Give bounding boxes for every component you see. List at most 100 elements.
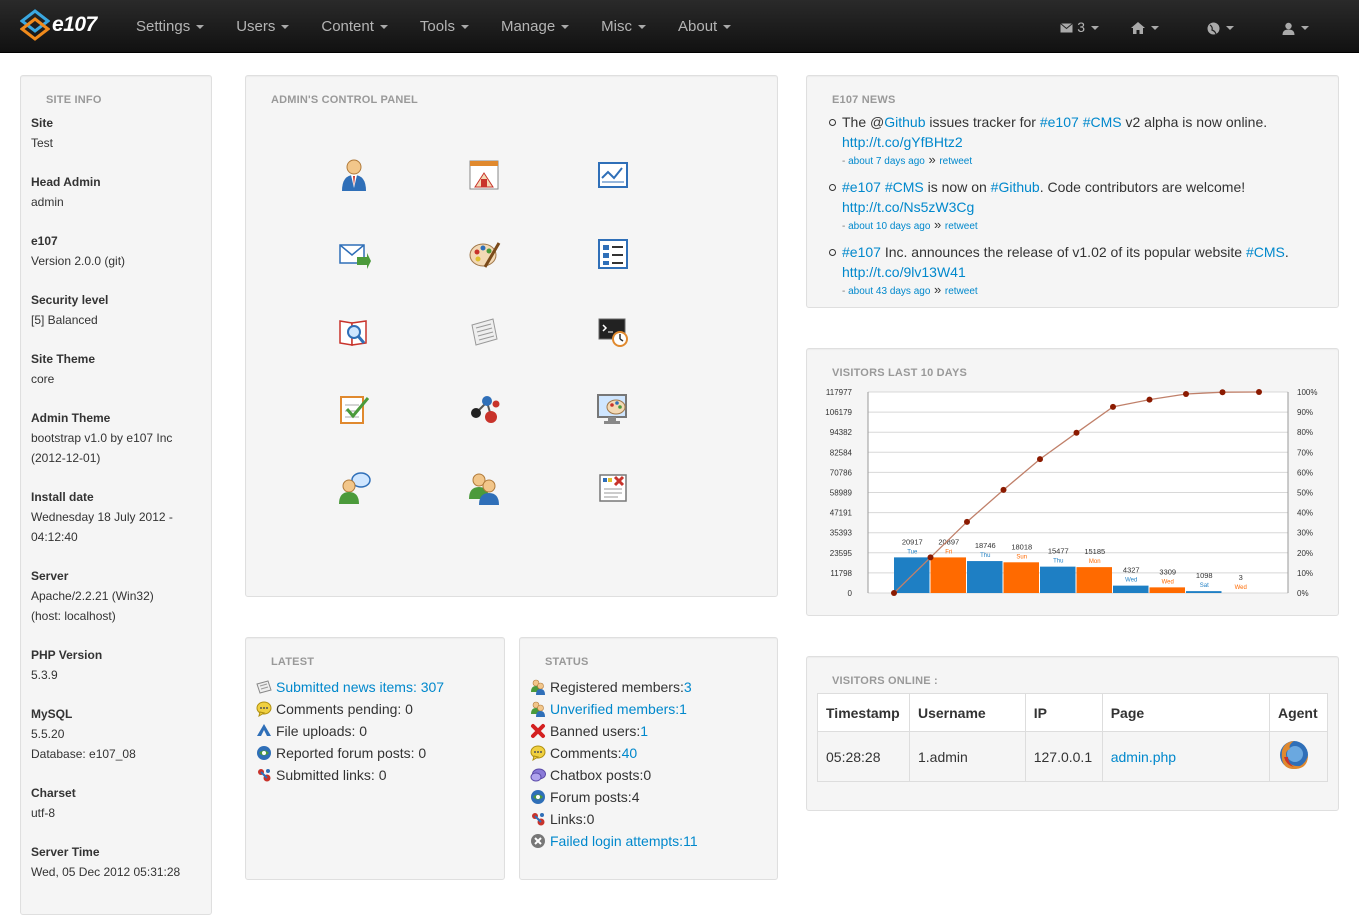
site-info-list: SiteTest Head Adminadmin e107Version 2.0… <box>31 113 203 901</box>
site-info-value: Database: e107_08 <box>31 744 203 764</box>
frontpage-icon[interactable] <box>467 158 501 192</box>
theme-palette-icon[interactable] <box>467 237 501 271</box>
y-tick-label: 35393 <box>830 529 853 538</box>
site-info-label: Admin Theme <box>31 408 203 428</box>
envelope-icon <box>1060 23 1073 33</box>
site-info-value: (host: localhost) <box>31 606 203 626</box>
menus-icon[interactable] <box>596 237 630 271</box>
home-icon <box>1131 22 1145 34</box>
retweet-link[interactable]: retweet <box>939 156 972 167</box>
news-item-icon <box>256 679 272 695</box>
user-menu-bar: 3 <box>1046 0 1323 53</box>
site-info-value: core <box>31 369 203 389</box>
y2-tick-label: 0% <box>1297 589 1309 598</box>
bar-category-label: Sat <box>1200 583 1209 589</box>
visitors-online-panel: VISITORS ONLINE : Timestamp Username IP … <box>806 656 1339 811</box>
status-value-link[interactable]: 1 <box>679 698 687 720</box>
home-menu[interactable] <box>1117 0 1173 53</box>
site-info-label: MySQL <box>31 704 203 724</box>
theme-manager-icon[interactable] <box>596 392 630 426</box>
caret-down-icon <box>723 25 731 29</box>
menu-label: Settings <box>136 18 190 35</box>
menu-settings[interactable]: Settings <box>124 0 216 53</box>
news-link[interactable]: http://t.co/Ns5zW3Cg <box>842 199 974 215</box>
retweet-link[interactable]: retweet <box>945 286 978 297</box>
news-link[interactable]: #CMS <box>885 179 924 195</box>
site-info-value: (2012-12-01) <box>31 448 203 468</box>
status-item: Links: 0 <box>530 808 767 830</box>
news-link[interactable]: #e107 <box>842 179 881 195</box>
news-link[interactable]: #e107 <box>842 244 881 260</box>
status-value-link[interactable]: 40 <box>622 742 638 764</box>
site-info-value: Apache/2.2.21 (Win32) <box>31 586 203 606</box>
status-link[interactable]: Unverified members: <box>550 698 679 720</box>
status-value-link[interactable]: 1 <box>640 720 648 742</box>
bar-category-label: Wed <box>1162 579 1174 585</box>
bar-category-label: Thu <box>980 553 990 559</box>
cron-icon[interactable] <box>596 315 630 349</box>
status-label: Banned users: <box>550 720 640 742</box>
page-link[interactable]: admin.php <box>1111 749 1176 765</box>
search-icon[interactable] <box>337 315 371 349</box>
ip-cell: 127.0.0.1 <box>1025 732 1102 782</box>
status-list: Registered members: 3Unverified members:… <box>530 676 767 852</box>
news-text-segment: is now on <box>924 179 991 195</box>
users-icon[interactable] <box>467 471 501 505</box>
column-header: Page <box>1102 694 1269 732</box>
menu-misc[interactable]: Misc <box>589 0 658 53</box>
cumulative-point <box>1074 430 1080 436</box>
caret-down-icon <box>1301 26 1309 30</box>
site-info-value: utf-8 <box>31 803 203 823</box>
news-link[interactable]: http://t.co/9lv13W41 <box>842 264 966 280</box>
site-info-row: Server TimeWed, 05 Dec 2012 05:31:28 <box>31 842 203 882</box>
mail-icon[interactable] <box>337 237 371 271</box>
news-link[interactable]: #CMS <box>1246 244 1285 260</box>
language-menu[interactable] <box>1193 0 1248 53</box>
y2-tick-label: 40% <box>1297 509 1313 518</box>
menu-content[interactable]: Content <box>309 0 400 53</box>
menu-about[interactable]: About <box>666 0 743 53</box>
brand-logo[interactable]: e107 <box>20 9 97 41</box>
menu-manage[interactable]: Manage <box>489 0 581 53</box>
news-icon[interactable] <box>596 158 630 192</box>
brand-name: e107 <box>52 13 97 37</box>
site-info-label: Site Theme <box>31 349 203 369</box>
bar-value-label: 3 <box>1239 573 1243 582</box>
latest-link[interactable]: Submitted news items: 307 <box>276 676 444 698</box>
news-text-segment: . Code contributors are welcome! <box>1040 179 1245 195</box>
status-item: Comments: 40 <box>530 742 767 764</box>
news-separator: » <box>930 217 944 232</box>
messages-menu[interactable]: 3 <box>1046 0 1113 53</box>
site-info-value: [5] Balanced <box>31 310 203 330</box>
users-icon <box>530 701 546 717</box>
news-link[interactable]: #Github <box>991 179 1040 195</box>
plugins-molecule-icon[interactable] <box>467 392 501 426</box>
admin-user-icon[interactable] <box>337 158 371 192</box>
status-value-link[interactable]: 3 <box>684 676 692 698</box>
latest-item: Reported forum posts: 0 <box>256 742 494 764</box>
retweet-link[interactable]: retweet <box>945 221 978 232</box>
menu-tools[interactable]: Tools <box>408 0 481 53</box>
checklist-icon[interactable] <box>337 392 371 426</box>
news-time-link[interactable]: about 10 days ago <box>848 221 930 232</box>
chatbox-icon[interactable] <box>337 471 371 505</box>
news-link[interactable]: http://t.co/gYfBHtz2 <box>842 134 963 150</box>
bar-value-label: 1098 <box>1196 571 1213 580</box>
news-link[interactable]: Github <box>884 114 925 130</box>
news-time-link[interactable]: about 43 days ago <box>848 286 930 297</box>
status-value-link[interactable]: 11 <box>683 830 698 852</box>
y-tick-label: 117977 <box>826 388 853 397</box>
news-link[interactable]: #CMS <box>1083 114 1122 130</box>
head-admin-link[interactable]: admin <box>31 192 203 212</box>
news-time-link[interactable]: about 7 days ago <box>848 156 925 167</box>
news-link[interactable]: #e107 <box>1040 114 1079 130</box>
user-icon <box>1282 22 1295 35</box>
notify-icon[interactable] <box>596 471 630 505</box>
news-text-segment: . <box>1285 244 1289 260</box>
account-menu[interactable] <box>1268 0 1323 53</box>
newspaper-icon[interactable] <box>467 315 501 349</box>
site-info-row: e107Version 2.0.0 (git) <box>31 231 203 271</box>
status-link[interactable]: Failed login attempts: <box>550 830 683 852</box>
bar-category-label: Sun <box>1016 554 1027 560</box>
menu-users[interactable]: Users <box>224 0 301 53</box>
